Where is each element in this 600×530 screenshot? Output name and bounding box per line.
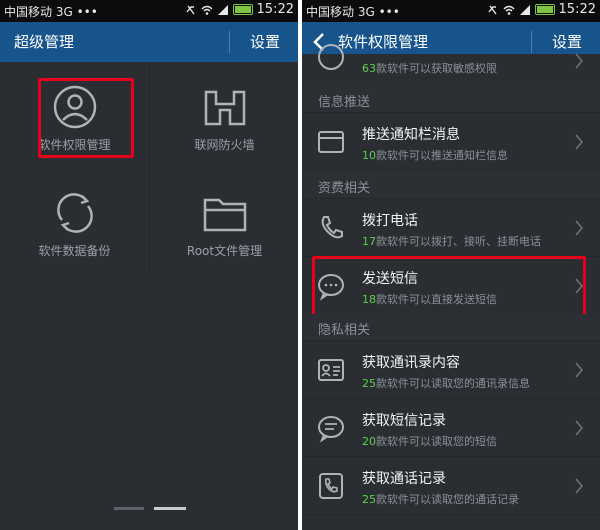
section-header-fees: 资费相关 — [302, 172, 600, 198]
page-indicator-active — [154, 507, 186, 510]
item-title: 推送通知栏消息 — [362, 127, 460, 143]
settings-button[interactable]: 设置 — [250, 31, 280, 52]
super-manage-screen: 中国移动 3G ••• 15:22 超级管理 设置 软件权限管理 联网防火墙 软… — [0, 0, 298, 530]
battery-icon — [232, 4, 253, 15]
signal-icon — [519, 4, 530, 15]
item-subtitle: 20款软件可以读取您的短信 — [362, 435, 497, 448]
contacts-icon — [318, 359, 344, 381]
clock: 15:22 — [558, 2, 596, 17]
shield-icon — [318, 44, 344, 70]
firewall-icon — [204, 90, 245, 126]
item-subtitle: 63款软件可以获取敏感权限 — [362, 62, 497, 75]
list-item-read-call-log[interactable]: 获取通话记录 25款软件可以读取您的通话记录 — [302, 456, 600, 514]
tile-label: 软件数据备份 — [38, 244, 111, 258]
item-subtitle: 10款软件可以推送通知栏信息 — [362, 149, 508, 162]
list-item-sensitive-permission[interactable]: 63款软件可以获取敏感权限 — [302, 44, 600, 86]
title-divider — [229, 31, 230, 53]
title-divider — [531, 31, 532, 53]
carrier-label: 中国移动 3G ••• — [306, 5, 400, 19]
section-header-push: 信息推送 — [302, 86, 600, 112]
notification-icon — [318, 131, 344, 153]
phone-icon — [321, 216, 343, 239]
permission-manage-screen: 中国移动 3G ••• 15:22 软件权限管理 设置 63款软件可以获取敏感权… — [302, 0, 600, 530]
item-title: 拨打电话 — [362, 213, 418, 229]
chevron-right-icon — [575, 220, 584, 236]
chevron-right-icon — [575, 420, 584, 436]
carrier-label: 中国移动 3G ••• — [4, 5, 98, 19]
section-header-privacy: 隐私相关 — [302, 314, 600, 340]
tile-root-file-manage[interactable]: Root文件管理 — [150, 170, 298, 277]
message-log-icon — [318, 416, 344, 443]
page-title: 软件权限管理 — [338, 33, 429, 51]
battery-icon — [534, 4, 555, 15]
page-title: 超级管理 — [14, 33, 75, 51]
item-title: 获取通讯录内容 — [362, 355, 460, 371]
signal-icon — [217, 4, 228, 15]
chevron-right-icon — [575, 478, 584, 494]
list-item-push-notification[interactable]: 推送通知栏消息 10款软件可以推送通知栏信息 — [302, 112, 600, 170]
chevron-right-icon — [575, 362, 584, 378]
list-item-read-contacts[interactable]: 获取通讯录内容 25款软件可以读取您的通讯录信息 — [302, 340, 600, 398]
tile-firewall[interactable]: 联网防火墙 — [150, 64, 298, 171]
list-item-partial[interactable] — [302, 514, 600, 530]
status-bar: 中国移动 3G ••• 15:22 — [302, 0, 600, 22]
highlight-box — [38, 78, 134, 158]
page-indicator — [114, 507, 144, 510]
chevron-right-icon — [575, 134, 584, 150]
item-subtitle: 25款软件可以读取您的通话记录 — [362, 493, 519, 506]
clock: 15:22 — [256, 2, 294, 17]
highlight-box — [312, 256, 586, 318]
wifi-icon — [503, 5, 515, 15]
tile-label: Root文件管理 — [186, 244, 263, 258]
chevron-right-icon — [575, 53, 584, 69]
list-item-make-call[interactable]: 拨打电话 17款软件可以拨打、接听、挂断电话 — [302, 198, 600, 256]
item-title: 获取短信记录 — [362, 413, 446, 429]
item-subtitle: 17款软件可以拨打、接听、挂断电话 — [362, 235, 541, 248]
item-title: 获取通话记录 — [362, 471, 446, 487]
tile-data-backup[interactable]: 软件数据备份 — [0, 170, 149, 277]
title-bar: 超级管理 设置 — [0, 22, 298, 62]
mute-icon — [185, 5, 195, 14]
call-log-icon — [319, 473, 343, 499]
list-item-read-sms[interactable]: 获取短信记录 20款软件可以读取您的短信 — [302, 398, 600, 456]
status-bar: 中国移动 3G ••• 15:22 — [0, 0, 298, 22]
wifi-icon — [201, 5, 213, 15]
mute-icon — [487, 5, 497, 14]
settings-button[interactable]: 设置 — [552, 31, 582, 52]
item-subtitle: 25款软件可以读取您的通讯录信息 — [362, 377, 530, 390]
refresh-icon — [56, 193, 93, 233]
folder-icon — [203, 198, 246, 232]
tile-label: 联网防火墙 — [194, 138, 255, 152]
